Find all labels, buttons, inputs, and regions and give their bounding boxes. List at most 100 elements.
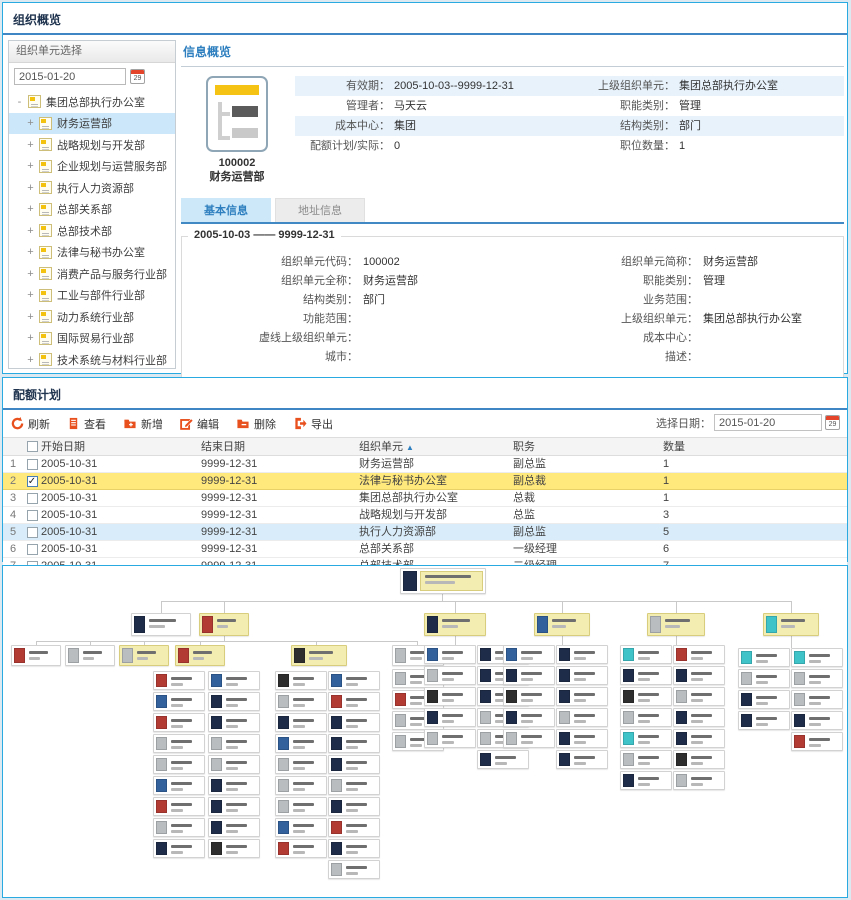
tree-item[interactable]: +总部关系部 [9, 199, 175, 221]
employee-card[interactable] [208, 713, 260, 732]
expand-icon[interactable]: + [26, 246, 35, 258]
tree-item[interactable]: +财务运营部 [9, 113, 175, 135]
level2-org-card[interactable] [763, 613, 819, 636]
tree-item[interactable]: +消费产品与服务行业部 [9, 263, 175, 285]
expand-icon[interactable]: + [26, 332, 35, 344]
add-button[interactable]: 新增 [123, 416, 163, 432]
employee-card[interactable] [738, 648, 790, 667]
employee-card[interactable] [556, 687, 608, 706]
quota-date-input[interactable] [714, 414, 822, 431]
employee-card[interactable] [791, 669, 843, 688]
tree-item[interactable]: +国际贸易行业部 [9, 328, 175, 350]
employee-card[interactable] [275, 776, 327, 795]
employee-card[interactable] [791, 732, 843, 751]
employee-card[interactable] [208, 692, 260, 711]
employee-card[interactable] [153, 797, 205, 816]
employee-card[interactable] [275, 713, 327, 732]
table-row[interactable]: 12005-10-319999-12-31财务运营部副总监1 [3, 456, 847, 473]
row-checkbox[interactable] [27, 493, 38, 504]
row-checkbox[interactable] [27, 544, 38, 555]
tab-basic-info[interactable]: 基本信息 [181, 198, 271, 222]
employee-card[interactable] [153, 692, 205, 711]
level3-org-card[interactable] [119, 645, 169, 666]
table-row[interactable]: 42005-10-319999-12-31战略规划与开发部总监3 [3, 507, 847, 524]
calendar-icon[interactable] [825, 415, 840, 430]
employee-card[interactable] [503, 687, 555, 706]
level3-org-card[interactable] [11, 645, 61, 666]
employee-card[interactable] [275, 797, 327, 816]
employee-card[interactable] [153, 713, 205, 732]
employee-card[interactable] [275, 839, 327, 858]
employee-card[interactable] [424, 645, 476, 664]
employee-card[interactable] [738, 690, 790, 709]
employee-card[interactable] [620, 687, 672, 706]
employee-card[interactable] [791, 690, 843, 709]
expand-icon[interactable]: + [26, 139, 35, 151]
delete-button[interactable]: 删除 [236, 416, 276, 432]
employee-card[interactable] [738, 669, 790, 688]
expand-icon[interactable]: + [26, 182, 35, 194]
employee-card[interactable] [328, 671, 380, 690]
tree-item[interactable]: +执行人力资源部 [9, 177, 175, 199]
employee-card[interactable] [328, 713, 380, 732]
col-header[interactable]: 组织单元▲ [359, 438, 513, 455]
employee-card[interactable] [673, 729, 725, 748]
employee-card[interactable] [503, 645, 555, 664]
calendar-icon[interactable] [130, 69, 145, 84]
tree-date-input[interactable] [14, 68, 126, 85]
level2-org-card[interactable] [534, 613, 590, 636]
expand-icon[interactable]: + [26, 117, 35, 129]
expand-icon[interactable]: + [26, 203, 35, 215]
employee-card[interactable] [791, 648, 843, 667]
expand-icon[interactable]: + [26, 311, 35, 323]
employee-card[interactable] [208, 755, 260, 774]
expand-icon[interactable]: + [26, 225, 35, 237]
collapse-icon[interactable]: - [15, 96, 24, 108]
level3-org-card[interactable] [175, 645, 225, 666]
employee-card[interactable] [620, 708, 672, 727]
level3-org-card[interactable] [65, 645, 115, 666]
employee-card[interactable] [673, 708, 725, 727]
employee-card[interactable] [477, 750, 529, 769]
tree-item[interactable]: +总部技术部 [9, 220, 175, 242]
select-all-checkbox[interactable] [27, 441, 38, 452]
employee-card[interactable] [275, 818, 327, 837]
edit-button[interactable]: 编辑 [180, 416, 219, 432]
expand-icon[interactable]: + [26, 289, 35, 301]
employee-card[interactable] [275, 692, 327, 711]
employee-card[interactable] [673, 666, 725, 685]
employee-card[interactable] [791, 711, 843, 730]
employee-card[interactable] [153, 755, 205, 774]
expand-icon[interactable]: + [26, 354, 35, 366]
col-header[interactable]: 结束日期 [201, 438, 359, 455]
employee-card[interactable] [208, 671, 260, 690]
tree-item[interactable]: +动力系统行业部 [9, 306, 175, 328]
employee-card[interactable] [556, 708, 608, 727]
employee-card[interactable] [424, 708, 476, 727]
employee-card[interactable] [673, 645, 725, 664]
employee-card[interactable] [153, 839, 205, 858]
employee-card[interactable] [275, 755, 327, 774]
employee-card[interactable] [673, 771, 725, 790]
tab-address-info[interactable]: 地址信息 [275, 198, 365, 222]
row-checkbox[interactable] [27, 527, 38, 538]
tree-item[interactable]: +企业规划与运营服务部 [9, 156, 175, 178]
col-header[interactable]: 开始日期 [41, 438, 201, 455]
employee-card[interactable] [208, 839, 260, 858]
employee-card[interactable] [503, 666, 555, 685]
level2-org-card[interactable] [424, 613, 486, 636]
employee-card[interactable] [556, 666, 608, 685]
tree-item[interactable]: +战略规划与开发部 [9, 134, 175, 156]
col-header[interactable]: 职务 [513, 438, 663, 455]
level2-org-card[interactable] [131, 613, 191, 636]
employee-card[interactable] [620, 771, 672, 790]
employee-card[interactable] [328, 776, 380, 795]
employee-card[interactable] [208, 776, 260, 795]
view-button[interactable]: 查看 [67, 416, 106, 432]
row-checkbox[interactable] [27, 510, 38, 521]
employee-card[interactable] [556, 645, 608, 664]
employee-card[interactable] [620, 729, 672, 748]
employee-card[interactable] [275, 671, 327, 690]
tree-item[interactable]: -集团总部执行办公室 [9, 91, 175, 113]
root-org-card[interactable] [400, 568, 486, 594]
